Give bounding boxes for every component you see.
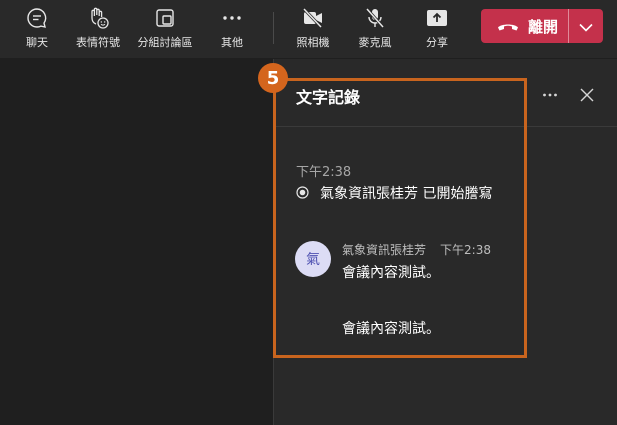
chevron-down-icon <box>579 17 593 36</box>
breakout-rooms-label: 分組討論區 <box>137 36 193 49</box>
share-screen-icon <box>425 6 449 30</box>
transcript-panel-header: 文字記錄 <box>274 59 617 127</box>
meeting-toolbar: 聊天 表情符號 分組討論區 其他 照相機 麥克風 分享 離開 <box>0 0 617 58</box>
leave-button[interactable]: 離開 <box>481 9 603 43</box>
panel-more-options-icon[interactable] <box>542 87 558 107</box>
avatar: 氣 <box>295 241 331 277</box>
entry-timestamp: 下午2:38 <box>440 243 491 257</box>
recording-indicator-icon <box>296 184 309 203</box>
camera-label: 照相機 <box>296 36 330 49</box>
more-icon <box>220 6 244 30</box>
transcript-start-time: 下午2:38 <box>296 165 352 180</box>
camera-button[interactable]: 照相機 <box>283 6 343 50</box>
mic-off-icon <box>363 6 387 30</box>
hang-up-icon <box>497 17 519 36</box>
raise-hand-smile-icon <box>86 6 110 30</box>
speaker-name: 氣象資訊張桂芳 <box>342 243 427 257</box>
leave-main-button[interactable]: 離開 <box>481 9 568 43</box>
leave-options-button[interactable] <box>569 9 603 43</box>
camera-off-icon <box>301 6 325 30</box>
panel-title: 文字記錄 <box>296 88 361 107</box>
step-number-badge: 5 <box>258 63 288 93</box>
transcript-entry-header: 氣象資訊張桂芳 下午2:38 <box>342 241 491 258</box>
more-actions-button[interactable]: 其他 <box>202 6 262 50</box>
mic-button[interactable]: 麥克風 <box>345 6 405 50</box>
toolbar-divider <box>273 12 274 44</box>
share-button[interactable]: 分享 <box>407 6 467 50</box>
transcription-started-notice: 氣象資訊張桂芳 已開始謄寫 <box>296 183 492 203</box>
chat-label: 聊天 <box>26 36 48 49</box>
chat-icon <box>25 6 49 30</box>
more-label: 其他 <box>221 36 243 49</box>
transcript-entry-text-continued: 會議內容測試。 <box>342 321 440 337</box>
reactions-label: 表情符號 <box>76 36 120 49</box>
system-message: 氣象資訊張桂芳 已開始謄寫 <box>320 186 493 202</box>
close-icon[interactable] <box>579 87 595 107</box>
share-label: 分享 <box>426 36 448 49</box>
mic-label: 麥克風 <box>358 36 392 49</box>
chat-button[interactable]: 聊天 <box>7 6 67 50</box>
leave-label: 離開 <box>528 17 559 36</box>
transcript-entry-text: 會議內容測試。 <box>342 265 440 281</box>
reactions-button[interactable]: 表情符號 <box>68 6 128 50</box>
breakout-rooms-button[interactable]: 分組討論區 <box>135 6 195 50</box>
breakout-rooms-icon <box>153 6 177 30</box>
